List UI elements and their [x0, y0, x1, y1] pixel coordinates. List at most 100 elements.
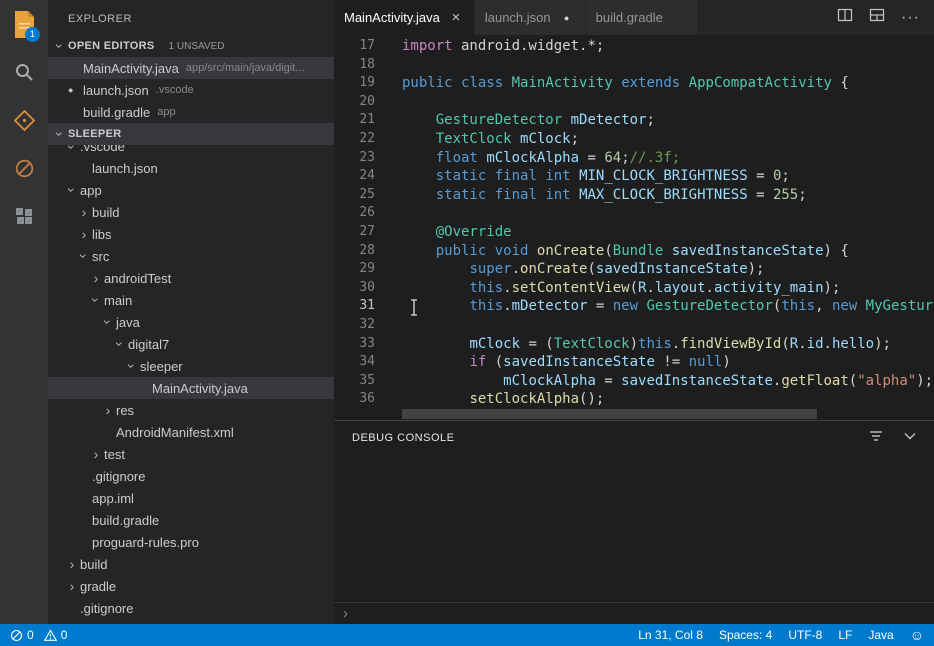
code-line-31[interactable]: 31 this.mDetector = new GestureDetector(…: [334, 297, 934, 316]
line-number[interactable]: 26: [334, 204, 375, 223]
line-number[interactable]: 35: [334, 372, 375, 391]
tree-item-test[interactable]: ›test: [48, 443, 334, 465]
cursor-position[interactable]: Ln 31, Col 8: [638, 628, 703, 642]
tree-item-digital7[interactable]: ›digital7: [48, 333, 334, 355]
tree-item-res[interactable]: ›res: [48, 399, 334, 421]
language-mode[interactable]: Java: [868, 628, 893, 642]
tree-item-gitignore[interactable]: .gitignore: [48, 597, 334, 619]
code-line-27[interactable]: 27 @Override: [334, 223, 934, 242]
chevron-icon[interactable]: ›: [64, 145, 80, 155]
panel-tab-debug-console[interactable]: DEBUG CONSOLE: [352, 432, 454, 445]
line-number[interactable]: 30: [334, 279, 375, 298]
chevron-icon[interactable]: ›: [76, 248, 92, 264]
line-number[interactable]: 23: [334, 149, 375, 168]
tree-item-sleeper[interactable]: ›sleeper: [48, 355, 334, 377]
tree-item-src[interactable]: ›src: [48, 245, 334, 267]
chevron-icon[interactable]: ›: [76, 204, 92, 220]
search-icon[interactable]: [0, 48, 48, 96]
more-actions-icon[interactable]: ···: [901, 13, 920, 23]
chevron-icon[interactable]: ›: [112, 336, 128, 352]
line-number[interactable]: 17: [334, 37, 375, 56]
tree-item-main[interactable]: ›main: [48, 289, 334, 311]
code-line-30[interactable]: 30 this.setContentView(R.layout.activity…: [334, 279, 934, 298]
chevron-down-icon[interactable]: [902, 428, 918, 449]
code-line-22[interactable]: 22 TextClock mClock;: [334, 130, 934, 149]
modified-dot-icon[interactable]: ●: [559, 13, 575, 23]
chevron-icon[interactable]: ›: [64, 556, 80, 572]
line-number[interactable]: 29: [334, 260, 375, 279]
code-line-18[interactable]: 18: [334, 56, 934, 75]
line-number[interactable]: 28: [334, 242, 375, 261]
code-line-17[interactable]: 17import android.widget.*;: [334, 37, 934, 56]
line-number[interactable]: 22: [334, 130, 375, 149]
tree-item-java[interactable]: ›java: [48, 311, 334, 333]
tab-launch-json[interactable]: launch.json●: [475, 0, 586, 35]
problems-warnings[interactable]: 0: [44, 628, 68, 642]
line-number[interactable]: 32: [334, 316, 375, 335]
code-line-34[interactable]: 34 if (savedInstanceState != null): [334, 353, 934, 372]
chevron-icon[interactable]: ›: [88, 270, 104, 286]
code-line-23[interactable]: 23 float mClockAlpha = 64;//.3f;: [334, 149, 934, 168]
feedback-smiley-icon[interactable]: ☺: [910, 627, 924, 643]
tree-item-app[interactable]: ›app: [48, 179, 334, 201]
code-line-36[interactable]: 36 setClockAlpha();: [334, 390, 934, 409]
filter-icon[interactable]: [868, 428, 884, 449]
tree-item-build-gradle[interactable]: build.gradle: [48, 509, 334, 531]
split-editor-icon[interactable]: [837, 7, 853, 28]
problems-errors[interactable]: 0: [10, 628, 34, 642]
code-line-19[interactable]: 19public class MainActivity extends AppC…: [334, 74, 934, 93]
code-line-20[interactable]: 20: [334, 93, 934, 112]
debug-icon[interactable]: [0, 144, 48, 192]
code-line-32[interactable]: 32: [334, 316, 934, 335]
chevron-icon[interactable]: ›: [88, 292, 104, 308]
tree-item-app-iml[interactable]: app.iml: [48, 487, 334, 509]
line-number[interactable]: 21: [334, 111, 375, 130]
tree-item-build[interactable]: ›build: [48, 553, 334, 575]
console-input[interactable]: ›: [334, 602, 934, 624]
line-number[interactable]: 34: [334, 353, 375, 372]
encoding-setting[interactable]: UTF-8: [788, 628, 822, 642]
code-line-25[interactable]: 25 static final int MAX_CLOCK_BRIGHTNESS…: [334, 186, 934, 205]
line-number[interactable]: 24: [334, 167, 375, 186]
chevron-icon[interactable]: ›: [64, 182, 80, 198]
open-editor-build-gradle[interactable]: build.gradleapp: [48, 101, 334, 123]
code-line-21[interactable]: 21 GestureDetector mDetector;: [334, 111, 934, 130]
chevron-icon[interactable]: ›: [100, 314, 116, 330]
code-line-33[interactable]: 33 mClock = (TextClock)this.findViewById…: [334, 335, 934, 354]
tree-item-libs[interactable]: ›libs: [48, 223, 334, 245]
open-editor-launch-json[interactable]: ●launch.json.vscode: [48, 79, 334, 101]
tree-item-proguard-rules-pro[interactable]: proguard-rules.pro: [48, 531, 334, 553]
tree-item-mainactivity-java[interactable]: MainActivity.java: [48, 377, 334, 399]
line-number[interactable]: 36: [334, 390, 375, 409]
code-line-24[interactable]: 24 static final int MIN_CLOCK_BRIGHTNESS…: [334, 167, 934, 186]
tree-item-gradle[interactable]: ›gradle: [48, 575, 334, 597]
line-number[interactable]: 31: [334, 297, 375, 316]
workspace-root-header[interactable]: › SLEEPER: [48, 123, 334, 145]
tab-build-gradle[interactable]: build.gradle×: [586, 0, 698, 35]
code-line-35[interactable]: 35 mClockAlpha = savedInstanceState.getF…: [334, 372, 934, 391]
line-number[interactable]: 18: [334, 56, 375, 75]
eol-setting[interactable]: LF: [838, 628, 852, 642]
open-editors-header[interactable]: › OPEN EDITORS 1 UNSAVED: [48, 35, 334, 57]
code-line-29[interactable]: 29 super.onCreate(savedInstanceState);: [334, 260, 934, 279]
tree-item-build[interactable]: ›build: [48, 201, 334, 223]
tree-item-vscode[interactable]: ›.vscode: [48, 145, 334, 157]
line-number[interactable]: 19: [334, 74, 375, 93]
chevron-icon[interactable]: ›: [76, 226, 92, 242]
chevron-icon[interactable]: ›: [124, 358, 140, 374]
tree-item-launch-json[interactable]: launch.json: [48, 157, 334, 179]
source-control-icon[interactable]: [0, 96, 48, 144]
horizontal-scrollbar[interactable]: [402, 409, 817, 419]
tree-item-androidmanifest-xml[interactable]: AndroidManifest.xml: [48, 421, 334, 443]
tree-item-androidtest[interactable]: ›androidTest: [48, 267, 334, 289]
line-number[interactable]: 25: [334, 186, 375, 205]
close-icon[interactable]: ×: [448, 9, 464, 26]
chevron-icon[interactable]: ›: [88, 446, 104, 462]
explorer-files-icon[interactable]: 1: [0, 0, 48, 48]
chevron-icon[interactable]: ›: [100, 402, 116, 418]
editor[interactable]: 17import android.widget.*;1819public cla…: [334, 35, 934, 420]
tree-item-gitignore[interactable]: .gitignore: [48, 465, 334, 487]
code-line-26[interactable]: 26: [334, 204, 934, 223]
line-number[interactable]: 20: [334, 93, 375, 112]
editor-layout-icon[interactable]: [869, 7, 885, 28]
